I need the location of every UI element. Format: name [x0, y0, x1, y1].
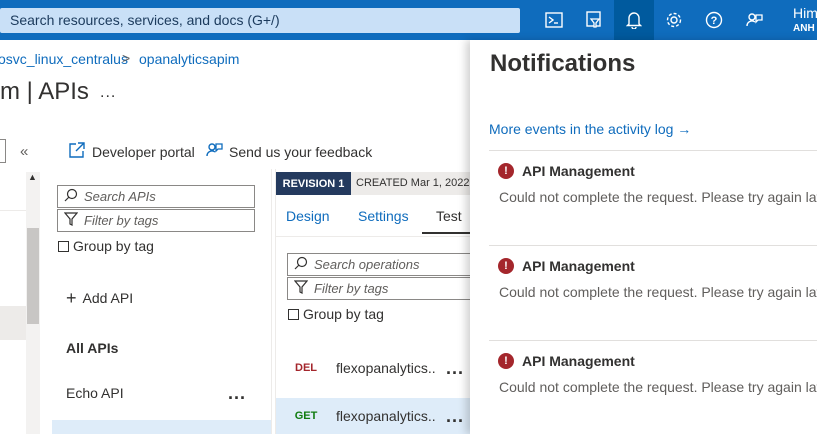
tab-design[interactable]: Design — [286, 208, 330, 224]
operation-name: flexopanalytics... — [336, 408, 436, 424]
developer-portal-button[interactable]: Developer portal — [68, 141, 195, 162]
feedback-icon[interactable] — [734, 0, 774, 40]
group-by-tag-label: Group by tag — [73, 238, 154, 254]
filter-operations-input[interactable]: Filter by tags — [287, 277, 472, 300]
global-search-input[interactable]: Search resources, services, and docs (G+… — [0, 8, 520, 33]
checkbox-box[interactable] — [58, 240, 69, 252]
page-title: m | APIs — [0, 78, 89, 105]
search-apis-input[interactable]: Search APIs — [57, 185, 255, 208]
echo-api-more-button[interactable]: ... — [228, 383, 246, 404]
help-question-icon[interactable]: ? — [694, 0, 734, 40]
notifications-panel: Notifications More events in the activit… — [470, 40, 817, 434]
filter-funnel-icon — [63, 212, 79, 229]
notification-title-text: API Management — [522, 353, 635, 369]
nav-selected-item[interactable] — [0, 306, 26, 340]
activity-log-link[interactable]: More events in the activity log → — [489, 121, 691, 137]
filter-apis-placeholder: Filter by tags — [84, 213, 159, 228]
notification-item-title[interactable]: ! API Management — [498, 163, 635, 179]
filter-funnel-icon — [293, 280, 309, 297]
user-org: ANH — [793, 23, 815, 34]
search-operations-placeholder: Search operations — [314, 257, 420, 272]
nav-scrollbar-thumb[interactable] — [27, 228, 39, 324]
breadcrumb-apim-instance[interactable]: opanalyticsapim — [139, 51, 239, 67]
notification-divider — [489, 340, 817, 341]
revision-created-text: CREATED Mar 1, 2022, 5 — [351, 172, 471, 195]
external-link-icon — [68, 141, 86, 162]
search-apis-placeholder: Search APIs — [84, 189, 156, 204]
group-by-tag-apis-checkbox[interactable]: Group by tag — [58, 238, 154, 254]
tab-test[interactable]: Test — [436, 208, 462, 224]
notification-title-text: API Management — [522, 258, 635, 274]
search-icon — [64, 188, 78, 205]
api-list-item-selected[interactable] — [52, 420, 271, 434]
feedback-person-icon — [205, 141, 223, 162]
operation-more-button[interactable]: ... — [446, 406, 464, 427]
notification-message: Could not complete the request. Please t… — [499, 189, 817, 205]
developer-portal-label: Developer portal — [92, 143, 195, 160]
tabs-divider — [276, 236, 472, 237]
operation-row-get[interactable]: GET flexopanalytics... ... — [276, 398, 472, 434]
top-bar: Search resources, services, and docs (G+… — [0, 0, 817, 40]
notification-divider — [489, 150, 817, 151]
collapse-menu-button[interactable]: « — [20, 143, 28, 160]
all-apis-item[interactable]: All APIs — [66, 340, 118, 356]
error-icon: ! — [498, 353, 514, 369]
operation-name: flexopanalytics... — [336, 360, 436, 376]
notifications-bell-icon[interactable] — [614, 0, 654, 40]
send-feedback-button[interactable]: Send us your feedback — [205, 141, 372, 162]
send-feedback-label: Send us your feedback — [229, 143, 373, 160]
notifications-title: Notifications — [490, 50, 636, 77]
menu-search-input[interactable] — [0, 139, 6, 163]
error-icon: ! — [498, 163, 514, 179]
notification-message: Could not complete the request. Please t… — [499, 284, 817, 300]
breadcrumb-separator: > — [122, 50, 131, 66]
directory-filter-icon[interactable] — [574, 0, 614, 40]
method-badge-get: GET — [294, 410, 318, 422]
user-account[interactable]: Him ANH — [793, 6, 817, 36]
svg-text:?: ? — [711, 15, 718, 27]
operation-row-del[interactable]: DEL flexopanalytics... ... — [276, 348, 472, 388]
notification-divider — [489, 245, 817, 246]
error-icon: ! — [498, 258, 514, 274]
api-list-item-echo[interactable]: Echo API — [66, 385, 124, 401]
scroll-up-arrow-icon[interactable]: ▲ — [28, 172, 37, 182]
filter-operations-placeholder: Filter by tags — [314, 281, 389, 296]
notification-title-text: API Management — [522, 163, 635, 179]
settings-gear-icon[interactable] — [654, 0, 694, 40]
method-badge-del: DEL — [295, 362, 317, 374]
notification-item-title[interactable]: ! API Management — [498, 353, 635, 369]
checkbox-box[interactable] — [288, 308, 299, 320]
tab-settings[interactable]: Settings — [358, 208, 409, 224]
user-name: Him — [793, 5, 817, 21]
notification-item-title[interactable]: ! API Management — [498, 258, 635, 274]
group-by-tag-label: Group by tag — [303, 306, 384, 322]
notification-message: Could not complete the request. Please t… — [499, 379, 817, 395]
add-api-label: Add API — [82, 290, 134, 306]
page-more-button[interactable]: ... — [100, 84, 116, 102]
nav-divider — [0, 210, 26, 211]
add-api-button[interactable]: + Add API — [66, 288, 134, 308]
filter-apis-input[interactable]: Filter by tags — [57, 209, 255, 232]
search-icon — [294, 256, 308, 273]
breadcrumb-resource-group[interactable]: osvc_linux_centralus — [0, 51, 128, 67]
cloud-shell-icon[interactable] — [534, 0, 574, 40]
plus-icon: + — [66, 288, 77, 308]
operation-more-button[interactable]: ... — [446, 358, 464, 379]
search-operations-input[interactable]: Search operations — [287, 253, 472, 276]
group-by-tag-operations-checkbox[interactable]: Group by tag — [288, 306, 384, 322]
revision-badge: REVISION 1 — [276, 172, 351, 195]
active-tab-indicator — [422, 232, 470, 234]
